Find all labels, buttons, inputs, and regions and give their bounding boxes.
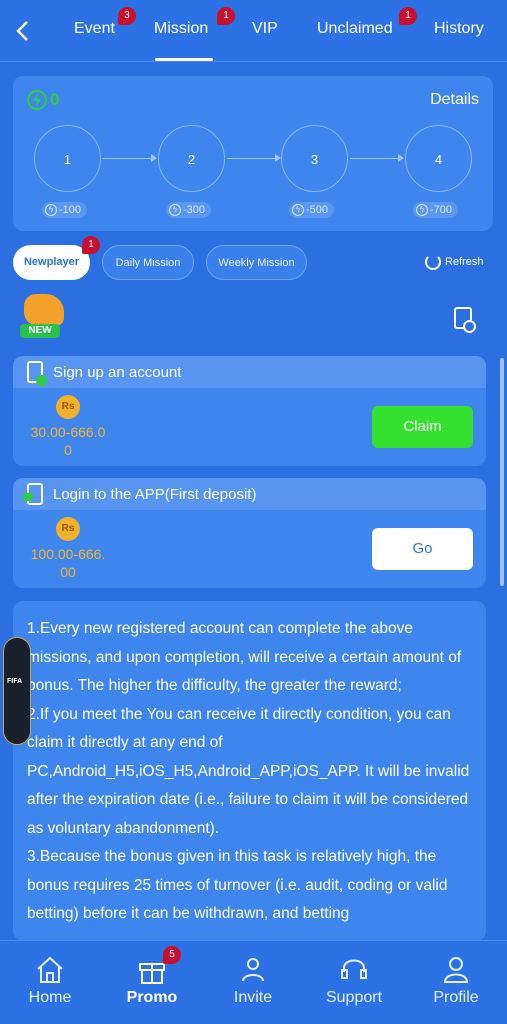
claim-button[interactable]: Claim [372,406,473,448]
bottom-nav: Home Promo 5 Invite Support Profile [0,940,507,1024]
bolt-icon: ϟ [169,204,181,216]
active-tab-indicator [155,58,213,61]
nav-promo[interactable]: Promo [112,953,192,1007]
bolt-icon: ϟ [292,204,304,216]
tab-history[interactable]: History [434,20,484,38]
headset-icon [341,959,367,979]
tab-event[interactable]: Event [74,20,115,38]
energy-bolt-icon [27,90,47,110]
refresh-button[interactable]: Refresh [425,254,484,270]
tab-event-badge: 3 [118,7,136,25]
top-nav: Event 3 Mission 1 VIP Unclaimed 1 Histor… [0,0,507,62]
nav-invite[interactable]: Invite [213,953,293,1007]
step-reward-4: ϟ -700 [413,202,459,218]
floating-banner-text: FIFA [7,678,23,685]
floating-promo-banner[interactable]: FIFA [3,637,31,745]
task-card-login-app: Login to the APP(First deposit) Rs 100.0… [13,478,486,588]
step-reward-2: ϟ -300 [166,202,212,218]
step-circle-3: 3 [281,125,348,192]
task-card-signup: Sign up an account Rs 30.00-666.0 0 Claim [13,356,486,466]
step-circle-2: 2 [158,125,225,192]
back-arrow-icon[interactable] [12,18,34,44]
details-link[interactable]: Details [430,91,479,109]
refresh-label: Refresh [445,256,484,268]
step-arrow [350,154,404,162]
filter-weekly-mission[interactable]: Weekly Mission [206,245,307,280]
refresh-icon [425,254,441,270]
profile-icon [443,957,469,983]
step-arrow [227,154,281,162]
step-circle-1: 1 [34,125,101,192]
tab-unclaimed-badge: 1 [399,7,417,25]
filter-newplayer-badge: 1 [82,236,100,254]
nav-profile[interactable]: Profile [416,953,496,1007]
bolt-icon: ϟ [416,204,428,216]
rules-text: 1.Every new registered account can compl… [27,620,470,922]
scrollbar[interactable] [500,358,504,586]
task-header: Sign up an account [13,356,486,388]
new-label: NEW [20,324,60,338]
step-circle-4: 4 [405,125,472,192]
app-download-icon [23,483,43,505]
tab-mission-badge: 1 [217,7,235,25]
phone-check-icon [27,361,47,386]
step-reward-3: ϟ -500 [289,202,335,218]
task-title: Login to the APP(First deposit) [53,485,257,503]
nav-support[interactable]: Support [314,953,394,1007]
nav-home[interactable]: Home [10,953,90,1007]
task-reward-amount: 30.00-666.0 0 [30,424,106,458]
step-reward-1: ϟ -100 [42,202,88,218]
rules-panel: 1.Every new registered account can compl… [13,601,486,941]
filter-daily-mission[interactable]: Daily Mission [102,245,194,280]
mission-progress-card: 0 Details 1 2 3 4 ϟ -100 ϟ -300 ϟ -500 ϟ -70… [13,76,493,231]
filter-newplayer[interactable]: Newplayer [13,245,90,280]
record-history-icon[interactable] [454,307,476,333]
energy-count: 0 [50,90,60,109]
tab-vip[interactable]: VIP [252,20,278,38]
tab-unclaimed[interactable]: Unclaimed [317,20,393,38]
task-title: Sign up an account [53,363,182,381]
rupee-coin-icon: Rs [56,517,80,541]
home-icon [37,956,63,983]
nav-promo-badge: 5 [163,946,181,964]
tab-mission[interactable]: Mission [154,20,208,38]
rupee-coin-icon: Rs [56,395,80,419]
invite-users-icon [242,958,264,982]
new-player-badge-image: NEW [18,294,68,342]
step-arrow [103,154,157,162]
task-header: Login to the APP(First deposit) [13,478,486,510]
go-button[interactable]: Go [372,528,473,570]
bolt-icon: ϟ [45,204,57,216]
task-reward-amount: 100.00-666. 00 [30,546,106,580]
